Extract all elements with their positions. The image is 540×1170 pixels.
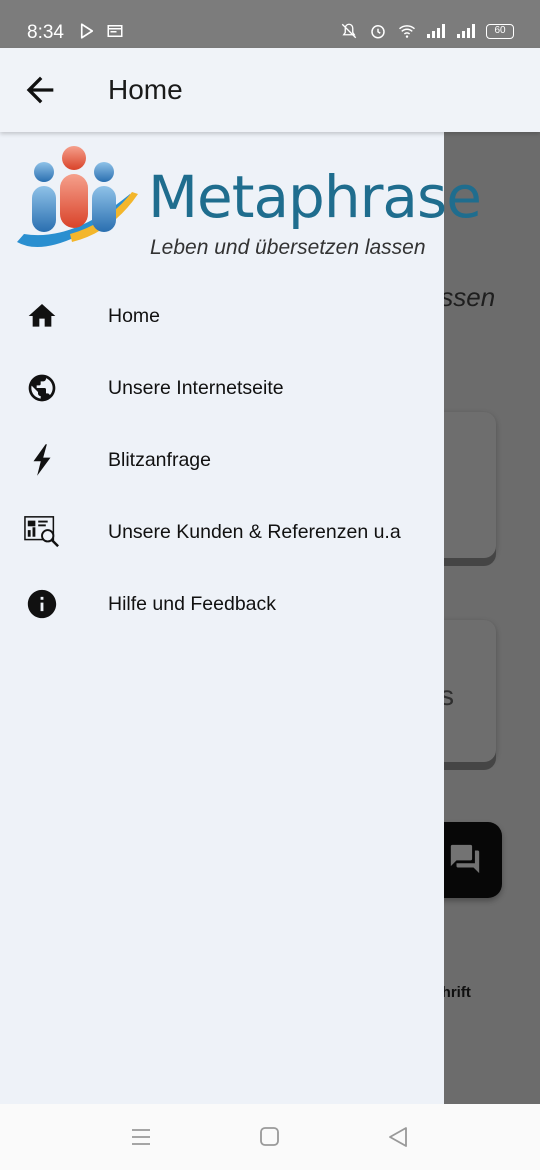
drawer-item-label: Home (108, 304, 161, 327)
drawer-item-quick-request[interactable]: Blitzanfrage (0, 424, 444, 496)
drawer-item-label: Blitzanfrage (108, 448, 211, 471)
status-time: 8:34 (27, 22, 64, 43)
people-logo-icon (17, 146, 138, 247)
wifi-icon (399, 25, 415, 38)
globe-icon (24, 370, 60, 406)
drawer-item-home[interactable]: Home (0, 280, 444, 352)
home-nav-button[interactable] (259, 1126, 281, 1153)
drawer-item-label: Unsere Internetseite (108, 376, 284, 399)
navigation-drawer: Metaphrase Leben und übersetzen lassen H… (0, 132, 482, 1104)
back-button[interactable] (20, 70, 60, 110)
alarm-icon (371, 25, 385, 39)
drawer-item-label: Unsere Kunden & Referenzen u.a (108, 520, 401, 543)
back-nav-button[interactable] (387, 1126, 409, 1153)
logo-wordmark: Metaphrase (148, 163, 482, 231)
battery-icon: 60 (486, 23, 514, 39)
arrow-back-icon (26, 76, 54, 104)
drawer-item-label: Hilfe und Feedback (108, 592, 277, 615)
news-icon (107, 25, 123, 37)
system-nav-bar (0, 1104, 540, 1170)
drawer-menu: Home Unsere Internetseite Blitzanfrage U… (0, 280, 444, 640)
logo-tagline: Leben und übersetzen lassen (150, 236, 426, 259)
home-icon (24, 298, 60, 334)
status-bar: 8:34 60 (0, 0, 540, 48)
lightning-icon (24, 442, 60, 478)
square-icon (260, 1127, 279, 1146)
signal-icon (457, 24, 475, 38)
menu-lines-icon (132, 1129, 150, 1145)
drawer-item-customers-references[interactable]: Unsere Kunden & Referenzen u.a (0, 496, 444, 568)
drawer-item-website[interactable]: Unsere Internetseite (0, 352, 444, 424)
signal-icon (427, 24, 445, 38)
triangle-back-icon (389, 1127, 407, 1147)
page-title: Home (108, 74, 183, 105)
analytics-icon (24, 514, 60, 550)
play-store-icon (80, 23, 94, 39)
info-icon (24, 586, 60, 622)
mute-icon (341, 23, 357, 39)
app-bar: Home (0, 48, 540, 132)
metaphrase-logo: Metaphrase Leben und übersetzen lassen (12, 142, 482, 262)
recent-apps-button[interactable] (130, 1126, 152, 1153)
drawer-item-help-feedback[interactable]: Hilfe und Feedback (0, 568, 444, 640)
